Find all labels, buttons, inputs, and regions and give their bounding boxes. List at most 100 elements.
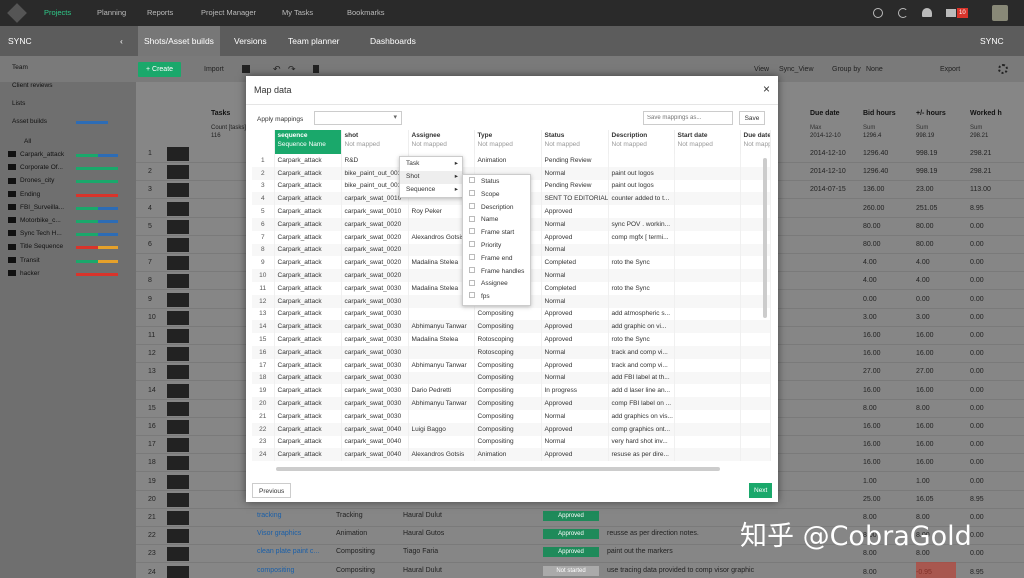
row-cell[interactable]: 0.00 [970, 405, 984, 412]
checkbox[interactable] [469, 254, 475, 261]
row-cell[interactable]: 0.00 [970, 277, 984, 284]
checkbox[interactable] [469, 202, 475, 209]
shot-thumbnail[interactable] [167, 347, 189, 362]
row-cell[interactable]: 8.00 [863, 569, 877, 576]
row-cell[interactable]: 0.00 [970, 223, 984, 230]
row-cell[interactable]: 0.00 [970, 459, 984, 466]
row-cell[interactable]: 16.00 [916, 459, 934, 466]
apply-mappings-select[interactable]: ▾ [314, 111, 402, 125]
shot-thumbnail[interactable] [167, 238, 189, 252]
row-cell[interactable]: 8.00 [863, 405, 877, 412]
shot-thumbnail[interactable] [167, 201, 189, 216]
row-cell[interactable]: 80.00 [863, 223, 881, 230]
view-select[interactable]: Sync_View [779, 66, 814, 73]
save-button[interactable]: Save [739, 111, 765, 125]
row-cell[interactable]: 0.00 [970, 314, 984, 321]
row-cell[interactable]: 298.21 [970, 168, 991, 175]
mapping-column-header[interactable]: Due date Not mapped [740, 130, 771, 154]
redo-icon[interactable]: ↷ [288, 64, 296, 75]
checkbox[interactable] [469, 190, 475, 197]
row-cell[interactable]: 298.21 [970, 150, 991, 157]
status-badge[interactable]: Approved [543, 511, 599, 521]
row-cell[interactable]: 998.19 [916, 168, 937, 175]
tab-dashboards[interactable]: Dashboards [370, 26, 416, 56]
row-cell[interactable]: 1.00 [916, 478, 930, 485]
vertical-scrollbar[interactable] [763, 158, 767, 318]
menu-item-shot[interactable]: Shot ▸ [400, 170, 462, 184]
row-cell[interactable]: 1.00 [863, 478, 877, 485]
row-cell[interactable]: 23.00 [916, 186, 934, 193]
row-cell[interactable]: 0.00 [970, 332, 984, 339]
shot-thumbnail[interactable] [167, 529, 189, 544]
user-avatar[interactable] [992, 5, 1008, 21]
column-header[interactable]: +/- hours [916, 110, 946, 117]
row-cell[interactable]: 80.00 [916, 223, 934, 230]
sidebar-folder-item[interactable]: Corporate Of... [8, 162, 136, 174]
shot-thumbnail[interactable] [167, 420, 189, 434]
notifications-icon[interactable] [922, 8, 932, 17]
import-button[interactable]: Import [204, 66, 224, 73]
status-badge[interactable]: Approved [543, 529, 599, 540]
row-cell[interactable]: 0.00 [970, 532, 984, 539]
row-cell[interactable]: 0.00 [863, 296, 877, 303]
row-cell[interactable]: 16.00 [863, 332, 881, 339]
row-cell[interactable]: 251.05 [916, 205, 937, 212]
column-header[interactable]: Bid hours [863, 110, 896, 117]
task-name-link[interactable]: clean plate paint c... [257, 548, 319, 555]
shot-thumbnail[interactable] [167, 256, 189, 271]
shot-thumbnail[interactable] [167, 547, 189, 562]
project-context-label[interactable]: SYNC [980, 26, 1004, 56]
task-name-link[interactable]: tracking [257, 512, 282, 519]
row-cell[interactable]: 16.00 [916, 350, 934, 357]
row-cell[interactable]: 0.00 [970, 350, 984, 357]
row-cell[interactable]: 4.00 [863, 259, 877, 266]
sidebar-folder-item[interactable]: Motorbike_c... [8, 215, 136, 227]
column-header[interactable]: Worked h [970, 110, 1002, 117]
save-mappings-input[interactable] [643, 111, 733, 125]
shot-thumbnail[interactable] [167, 511, 189, 525]
row-cell[interactable]: 2014-12-10 [810, 150, 846, 157]
nav-reports[interactable]: Reports [147, 0, 173, 26]
sidebar-folder-item[interactable]: Transit [8, 255, 136, 267]
row-cell[interactable]: 25.00 [863, 496, 881, 503]
row-cell[interactable]: 998.19 [916, 150, 937, 157]
row-cell[interactable]: 1296.40 [863, 168, 888, 175]
row-cell[interactable]: 0.00 [970, 387, 984, 394]
nav-projects[interactable]: Projects [44, 0, 71, 26]
checkbox[interactable] [469, 241, 475, 248]
next-button[interactable]: Next [749, 483, 773, 498]
row-cell[interactable]: 2014-12-10 [810, 168, 846, 175]
sidebar-folder-item[interactable]: hacker [8, 268, 136, 280]
row-cell[interactable]: 0.00 [970, 441, 984, 448]
status-badge[interactable]: Not started [543, 565, 599, 576]
row-cell[interactable]: 136.00 [863, 186, 884, 193]
row-cell[interactable]: 0.00 [970, 514, 984, 521]
shot-thumbnail[interactable] [167, 456, 189, 471]
tab-versions[interactable]: Versions [234, 26, 267, 56]
row-cell[interactable]: 0.00 [970, 368, 984, 375]
shot-thumbnail[interactable] [167, 183, 189, 198]
task-name-link[interactable]: Visor graphics [257, 530, 301, 537]
submenu-item[interactable]: Frame handles [463, 266, 530, 279]
collapse-chevron-icon[interactable]: ‹ [120, 26, 123, 56]
task-name-link[interactable]: compositing [257, 567, 294, 574]
nav-planning[interactable]: Planning [97, 0, 126, 26]
checkbox[interactable] [469, 279, 475, 286]
row-cell[interactable]: 0.00 [970, 478, 984, 485]
shot-thumbnail[interactable] [167, 474, 189, 489]
row-cell[interactable]: 260.00 [863, 205, 884, 212]
row-cell[interactable]: 4.00 [916, 277, 930, 284]
sidebar-folder-item[interactable]: Sync Tech H... [8, 228, 136, 240]
row-cell[interactable]: 16.00 [863, 441, 881, 448]
row-cell[interactable]: 3.00 [916, 314, 930, 321]
row-cell[interactable]: 16.00 [863, 459, 881, 466]
sidebar-folder-item[interactable]: Ending [8, 189, 136, 201]
mapping-column-header[interactable]: Description Not mapped [608, 130, 675, 154]
shot-thumbnail[interactable] [167, 401, 189, 416]
row-cell[interactable]: 0.00 [970, 550, 984, 557]
undo-icon[interactable]: ↶ [273, 64, 281, 75]
row-cell[interactable]: 27.00 [863, 368, 881, 375]
status-badge[interactable]: Approved [543, 547, 599, 558]
group-by-select[interactable]: None [866, 66, 883, 73]
checkbox[interactable] [469, 266, 475, 273]
